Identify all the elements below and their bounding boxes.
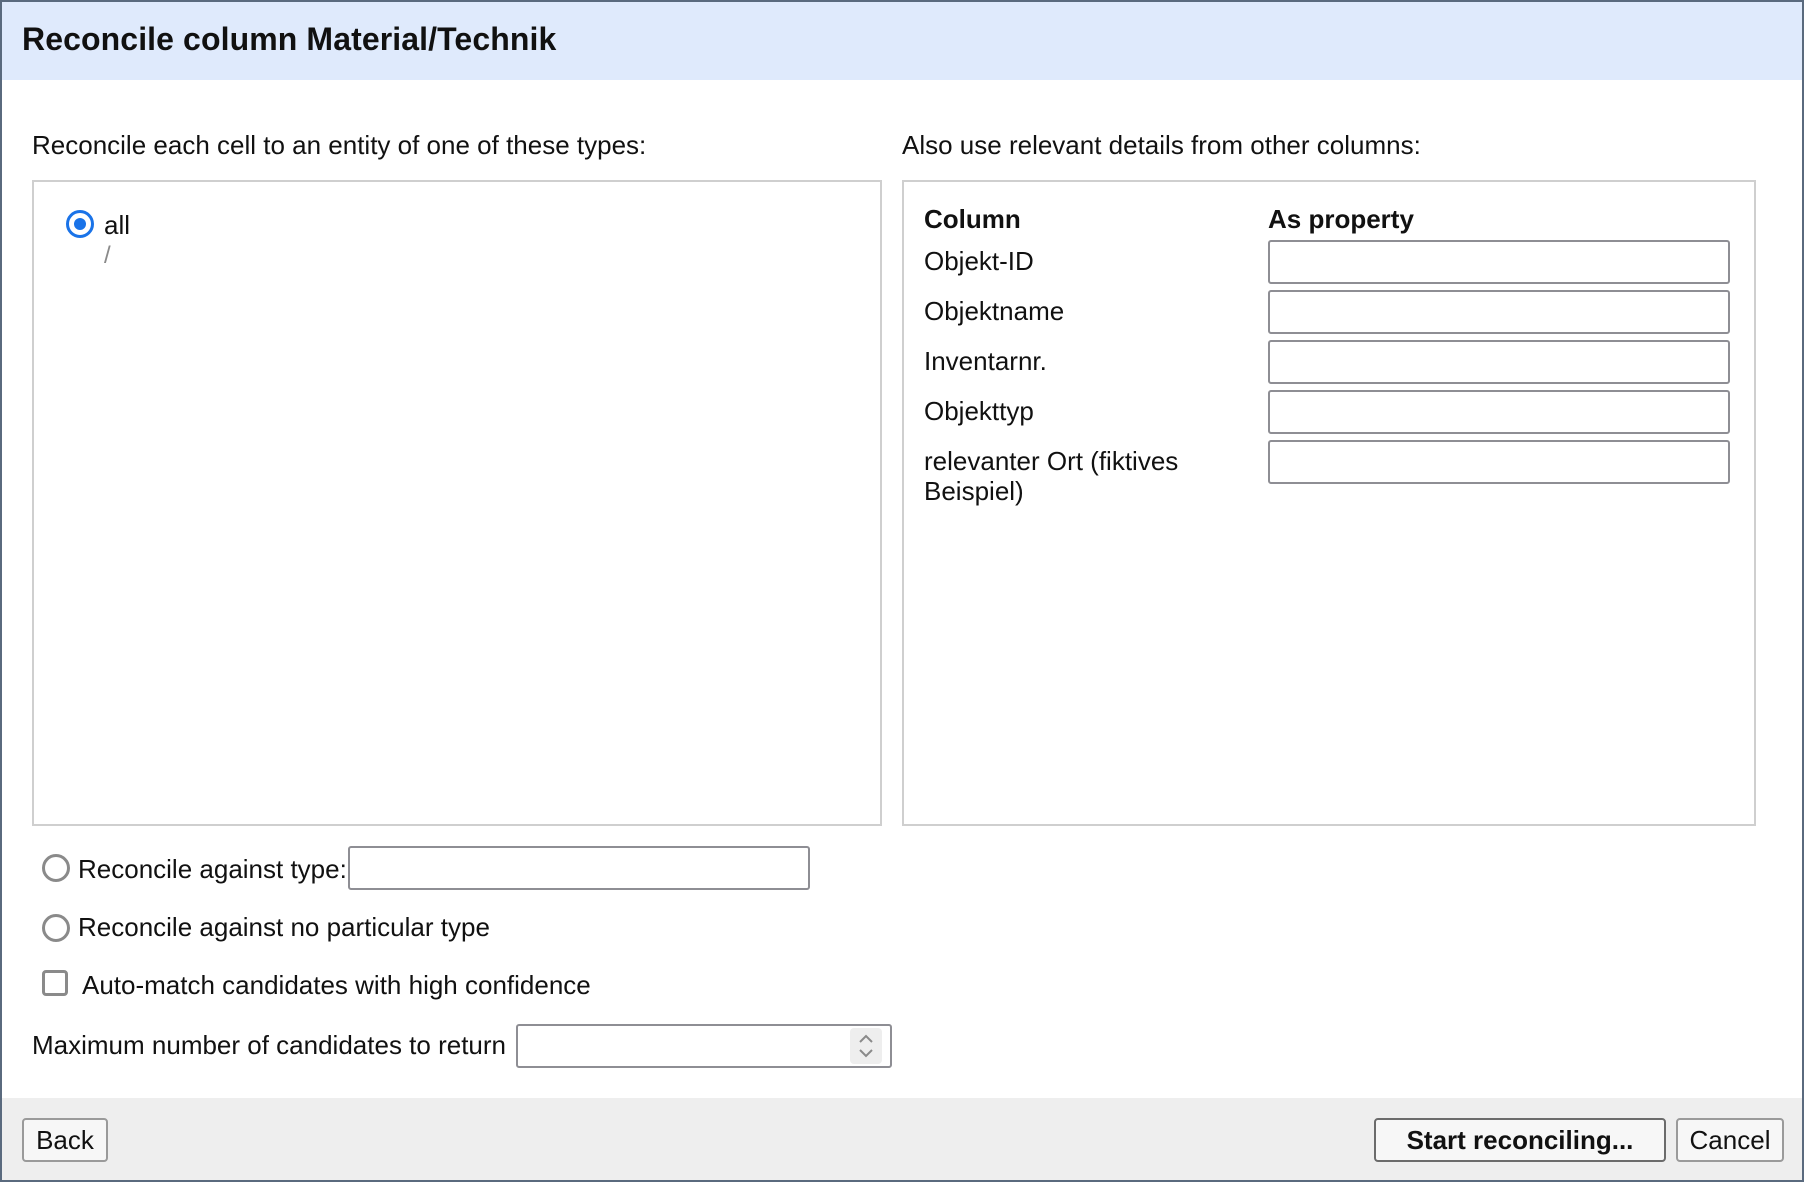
column-name-objekttyp: Objekttyp — [924, 396, 1034, 426]
against-type-radio[interactable] — [42, 854, 70, 882]
details-heading: Also use relevant details from other col… — [902, 130, 1421, 160]
auto-match-label[interactable]: Auto-match candidates with high confiden… — [82, 970, 591, 1001]
back-button[interactable]: Back — [22, 1118, 108, 1162]
start-reconciling-button[interactable]: Start reconciling... — [1374, 1118, 1666, 1162]
property-input-objekt-id[interactable] — [1268, 240, 1730, 284]
no-type-radio[interactable] — [42, 914, 70, 942]
type-all-id: / — [104, 242, 111, 269]
dialog-footer: Back Start reconciling... Cancel — [2, 1098, 1802, 1180]
column-name-objektname: Objektname — [924, 296, 1065, 326]
up-down-chevron-icon[interactable] — [850, 1028, 882, 1064]
property-header: As property — [1268, 204, 1414, 234]
type-all-label[interactable]: all — [104, 210, 130, 241]
column-name-objekt-id: Objekt-ID — [924, 246, 1034, 276]
cancel-button[interactable]: Cancel — [1676, 1118, 1784, 1162]
types-panel: all / — [32, 180, 882, 826]
auto-match-checkbox[interactable] — [42, 970, 68, 996]
property-input-objektname[interactable] — [1268, 290, 1730, 334]
no-type-label[interactable]: Reconcile against no particular type — [78, 912, 490, 943]
details-panel: Column As property Objekt-ID Objektname … — [902, 180, 1756, 826]
max-candidates-label: Maximum number of candidates to return — [32, 1030, 506, 1060]
property-input-relevanter-ort[interactable] — [1268, 440, 1730, 484]
column-name-inventarnr: Inventarnr. — [924, 346, 1047, 376]
max-candidates-input[interactable] — [516, 1024, 892, 1068]
dialog-titlebar: Reconcile column Material/Technik — [2, 2, 1802, 80]
property-input-objekttyp[interactable] — [1268, 390, 1730, 434]
against-type-input[interactable] — [348, 846, 810, 890]
dialog-title: Reconcile column Material/Technik — [22, 21, 557, 57]
types-heading: Reconcile each cell to an entity of one … — [32, 130, 647, 160]
column-header: Column — [924, 204, 1021, 234]
against-type-label[interactable]: Reconcile against type: — [78, 854, 347, 885]
reconcile-dialog: Reconcile column Material/Technik Reconc… — [0, 0, 1804, 1182]
type-all-radio[interactable] — [66, 210, 94, 238]
property-input-inventarnr[interactable] — [1268, 340, 1730, 384]
column-name-relevanter-ort: relevanter Ort (fiktives Beispiel) — [924, 446, 1179, 506]
